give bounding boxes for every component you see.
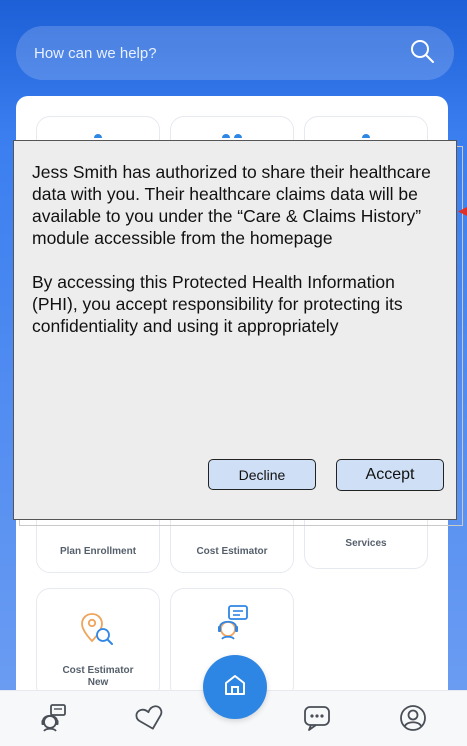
tile-cost-estimator-new-label: Cost Estimator New xyxy=(62,665,134,688)
chat-nav-icon[interactable] xyxy=(302,703,332,738)
dialog-paragraph-1: Jess Smith has authorized to share their… xyxy=(32,162,431,248)
search-input[interactable]: How can we help? xyxy=(34,45,408,62)
profile-nav-icon[interactable] xyxy=(398,703,428,738)
tile-cost-estimator-new[interactable]: Cost Estimator New xyxy=(36,588,160,700)
support-agent-icon xyxy=(212,603,252,648)
phi-consent-dialog: Jess Smith has authorized to share their… xyxy=(13,140,457,520)
home-button[interactable] xyxy=(203,655,267,719)
accept-button[interactable]: Accept xyxy=(336,459,444,491)
annotation-arrow-icon xyxy=(458,203,467,216)
decline-button[interactable]: Decline xyxy=(208,459,316,490)
dialog-paragraph-2: By accessing this Protected Health Infor… xyxy=(32,272,403,336)
dialog-body: Jess Smith has authorized to share their… xyxy=(32,161,444,337)
location-search-icon xyxy=(78,611,118,652)
search-icon[interactable] xyxy=(408,37,436,70)
tile-services-label: Services xyxy=(345,538,387,549)
home-icon xyxy=(222,672,248,703)
search-bar[interactable]: How can we help? xyxy=(16,26,454,80)
tile-cost-estimator-label: Cost Estimator xyxy=(196,546,268,557)
heart-nav-icon[interactable] xyxy=(135,703,165,738)
tile-plan-enrollment-label: Plan Enrollment xyxy=(59,546,137,557)
support-agent-nav-icon[interactable] xyxy=(38,703,68,738)
